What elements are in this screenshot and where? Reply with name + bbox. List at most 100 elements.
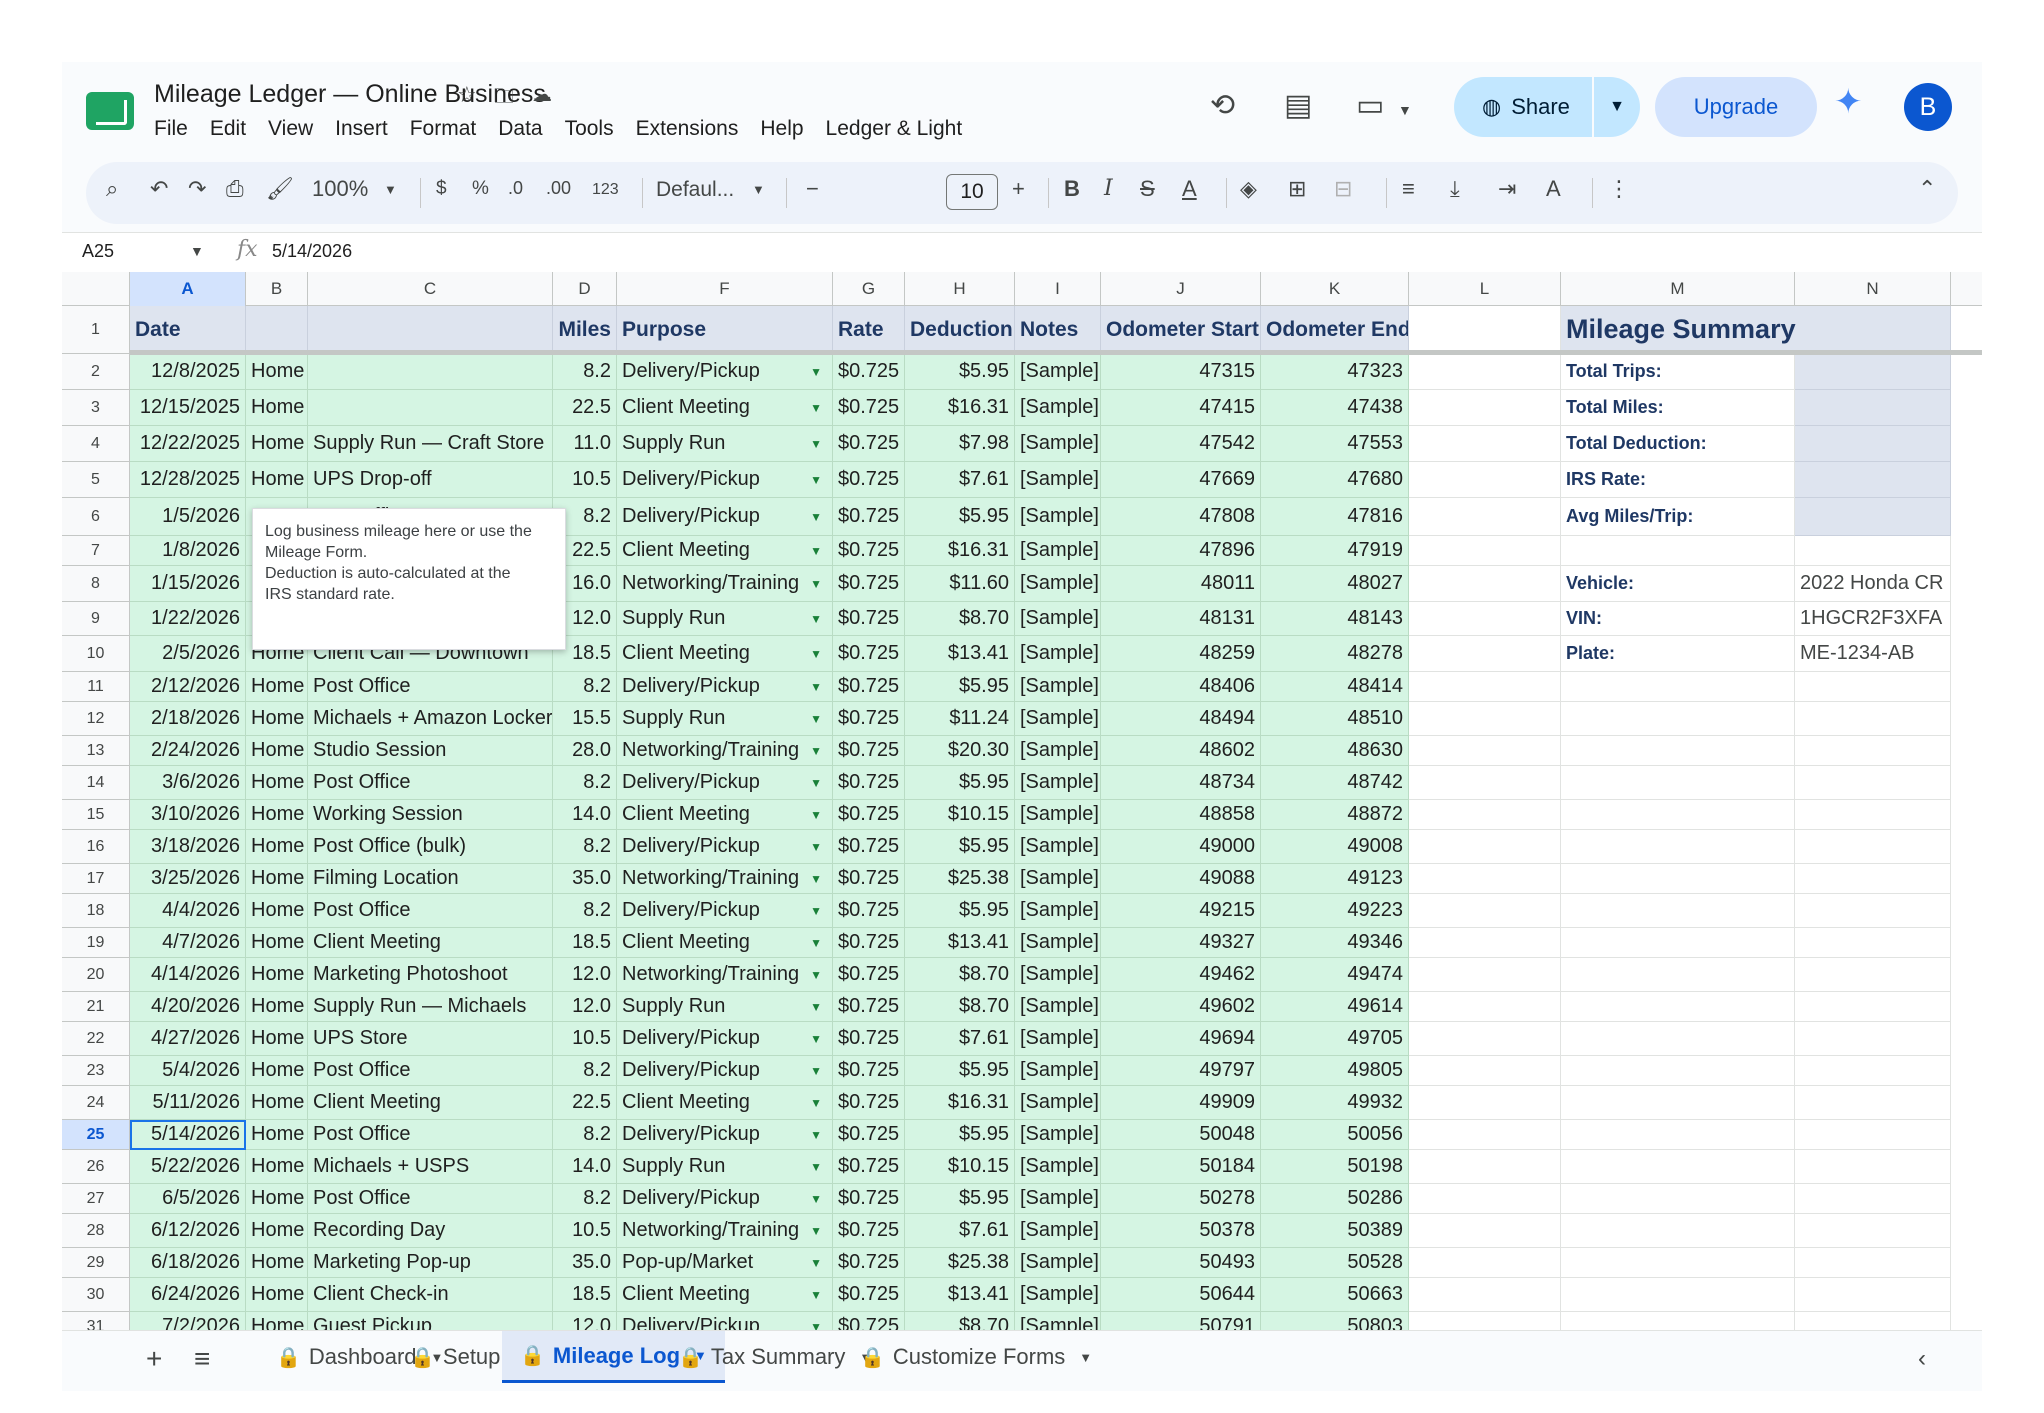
menu-tools[interactable]: Tools xyxy=(565,117,614,141)
strikethrough-icon[interactable]: S xyxy=(1140,176,1155,202)
cell[interactable] xyxy=(1561,766,1795,800)
dropdown-caret-icon[interactable]: ▼ xyxy=(810,612,822,626)
notes-cell[interactable]: [Sample] xyxy=(1015,1278,1101,1312)
destination-cell[interactable]: Filming Location xyxy=(308,864,553,894)
notes-cell[interactable]: [Sample] xyxy=(1015,390,1101,426)
odometer-start-cell[interactable]: 49909 xyxy=(1101,1086,1261,1120)
menu-data[interactable]: Data xyxy=(498,117,542,141)
rate-cell[interactable]: $0.725 xyxy=(833,426,905,462)
odometer-end-cell[interactable]: 48510 xyxy=(1261,702,1409,736)
header-cell[interactable] xyxy=(246,306,308,354)
row-header[interactable]: 5 xyxy=(62,462,130,498)
cell[interactable] xyxy=(1561,536,1795,566)
date-cell[interactable]: 2/12/2026 xyxy=(130,672,246,702)
destination-cell[interactable]: Client Check-in xyxy=(308,1278,553,1312)
destination-cell[interactable]: Client Meeting xyxy=(308,928,553,958)
cell[interactable] xyxy=(1795,1214,1951,1248)
cell[interactable] xyxy=(1409,1086,1561,1120)
row-header[interactable]: 19 xyxy=(62,928,130,958)
deduction-cell[interactable]: $11.24 xyxy=(905,702,1015,736)
date-cell[interactable]: 3/10/2026 xyxy=(130,800,246,830)
purpose-dropdown[interactable]: Supply Run ▼ xyxy=(617,1150,833,1184)
notes-cell[interactable]: [Sample] xyxy=(1015,766,1101,800)
odometer-end-cell[interactable]: 49474 xyxy=(1261,958,1409,992)
name-box[interactable]: A25 xyxy=(82,241,114,262)
cell[interactable] xyxy=(1409,1278,1561,1312)
cell[interactable] xyxy=(1409,536,1561,566)
notes-cell[interactable]: [Sample] xyxy=(1015,702,1101,736)
purpose-dropdown[interactable]: Delivery/Pickup ▼ xyxy=(617,766,833,800)
zoom-caret-icon[interactable]: ▼ xyxy=(384,182,397,197)
odometer-end-cell[interactable]: 48143 xyxy=(1261,602,1409,636)
rate-cell[interactable]: $0.725 xyxy=(833,864,905,894)
deduction-cell[interactable]: $5.95 xyxy=(905,1056,1015,1086)
odometer-start-cell[interactable]: 50278 xyxy=(1101,1184,1261,1214)
summary-label[interactable]: Total Miles: xyxy=(1561,390,1795,426)
notes-cell[interactable]: [Sample] xyxy=(1015,830,1101,864)
summary-value[interactable] xyxy=(1795,426,1951,462)
rate-cell[interactable]: $0.725 xyxy=(833,894,905,928)
share-main-button[interactable]: ◍ Share xyxy=(1454,77,1594,137)
deduction-cell[interactable]: $10.15 xyxy=(905,1150,1015,1184)
notes-cell[interactable]: [Sample] xyxy=(1015,602,1101,636)
cell[interactable] xyxy=(1409,426,1561,462)
purpose-dropdown[interactable]: Supply Run ▼ xyxy=(617,992,833,1022)
miles-cell[interactable]: 14.0 xyxy=(553,800,617,830)
odometer-end-cell[interactable]: 49932 xyxy=(1261,1086,1409,1120)
miles-cell[interactable]: 35.0 xyxy=(553,1248,617,1278)
cell[interactable] xyxy=(1561,830,1795,864)
dropdown-caret-icon[interactable]: ▼ xyxy=(810,872,822,886)
row-header[interactable]: 4 xyxy=(62,426,130,462)
odometer-start-cell[interactable]: 50184 xyxy=(1101,1150,1261,1184)
print-icon[interactable]: ⎙ xyxy=(226,176,244,202)
cell[interactable] xyxy=(1561,894,1795,928)
destination-cell[interactable]: Supply Run — Craft Store xyxy=(308,426,553,462)
dropdown-caret-icon[interactable]: ▼ xyxy=(810,401,822,415)
cell[interactable] xyxy=(1795,864,1951,894)
origin-cell[interactable]: Home xyxy=(246,1278,308,1312)
row-header[interactable]: 18 xyxy=(62,894,130,928)
sheet-grid[interactable]: ABCDFGHIJKLMN 1 2 3 4 5 6 7 8 9 10 11 12 13 14 15 16 17 1… xyxy=(62,272,1982,1330)
column-header[interactable]: M xyxy=(1561,272,1795,306)
odometer-start-cell[interactable]: 48259 xyxy=(1101,636,1261,672)
deduction-cell[interactable]: $7.61 xyxy=(905,462,1015,498)
destination-cell[interactable]: Marketing Photoshoot xyxy=(308,958,553,992)
summary-value[interactable] xyxy=(1795,462,1951,498)
rate-cell[interactable]: $0.725 xyxy=(833,736,905,766)
cell[interactable] xyxy=(1561,1056,1795,1086)
cell[interactable] xyxy=(1795,1278,1951,1312)
text-color-icon[interactable]: A xyxy=(1182,176,1197,202)
odometer-start-cell[interactable]: 47415 xyxy=(1101,390,1261,426)
origin-cell[interactable]: Home xyxy=(246,830,308,864)
deduction-cell[interactable]: $5.95 xyxy=(905,498,1015,536)
rate-cell[interactable]: $0.725 xyxy=(833,566,905,602)
increase-font-size-icon[interactable]: + xyxy=(1012,176,1025,202)
rate-cell[interactable]: $0.725 xyxy=(833,766,905,800)
origin-cell[interactable]: Home xyxy=(246,958,308,992)
date-cell[interactable]: 2/5/2026 xyxy=(130,636,246,672)
odometer-start-cell[interactable]: 48131 xyxy=(1101,602,1261,636)
odometer-start-cell[interactable]: 48011 xyxy=(1101,566,1261,602)
rate-cell[interactable]: $0.725 xyxy=(833,1086,905,1120)
notes-cell[interactable]: [Sample] xyxy=(1015,1150,1101,1184)
cell[interactable] xyxy=(1409,1120,1561,1150)
miles-cell[interactable]: 8.2 xyxy=(553,894,617,928)
column-header[interactable]: G xyxy=(833,272,905,306)
undo-icon[interactable]: ↶ xyxy=(150,176,168,202)
miles-cell[interactable]: 18.5 xyxy=(553,928,617,958)
summary-value[interactable] xyxy=(1795,498,1951,536)
cell[interactable] xyxy=(1561,1248,1795,1278)
odometer-end-cell[interactable]: 48414 xyxy=(1261,672,1409,702)
rate-cell[interactable]: $0.725 xyxy=(833,1184,905,1214)
miles-cell[interactable]: 22.5 xyxy=(553,390,617,426)
cell[interactable] xyxy=(1795,800,1951,830)
purpose-dropdown[interactable]: Delivery/Pickup ▼ xyxy=(617,354,833,390)
move-folder-icon[interactable]: 🗀 xyxy=(494,82,514,116)
destination-cell[interactable]: Recording Day xyxy=(308,1214,553,1248)
dropdown-caret-icon[interactable]: ▼ xyxy=(810,968,822,982)
deduction-cell[interactable]: $8.70 xyxy=(905,1312,1015,1330)
cell[interactable] xyxy=(1409,390,1561,426)
purpose-dropdown[interactable]: Client Meeting ▼ xyxy=(617,800,833,830)
rate-cell[interactable]: $0.725 xyxy=(833,498,905,536)
odometer-start-cell[interactable]: 47542 xyxy=(1101,426,1261,462)
